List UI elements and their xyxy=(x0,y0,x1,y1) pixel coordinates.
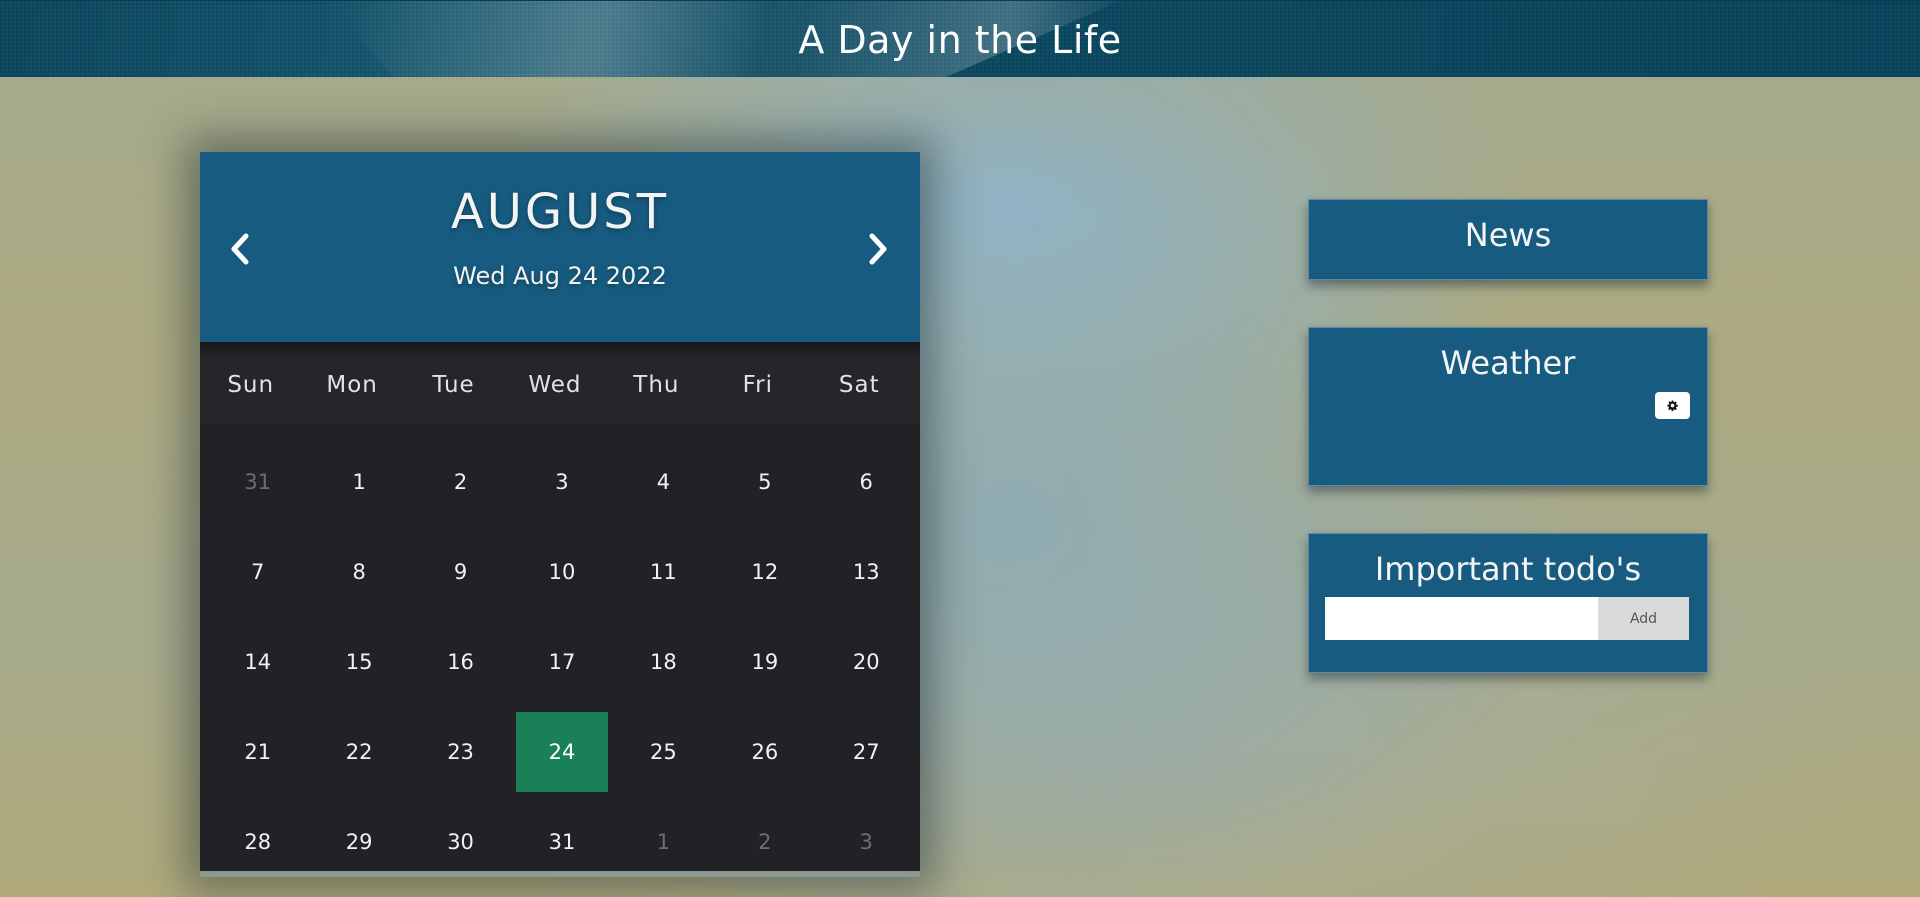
news-title: News xyxy=(1464,216,1552,254)
weekday-wed: Wed xyxy=(528,372,582,398)
calendar-week-row: 7 8 9 10 11 12 13 xyxy=(207,532,917,622)
calendar-day-other-month[interactable]: 2 xyxy=(714,802,815,882)
calendar-day-other-month[interactable]: 1 xyxy=(613,802,714,882)
calendar-day[interactable]: 5 xyxy=(714,442,815,522)
calendar-day[interactable]: 27 xyxy=(816,712,917,792)
calendar-week-row: 28 29 30 31 1 2 3 xyxy=(207,802,917,892)
calendar-day[interactable]: 28 xyxy=(207,802,308,882)
weekday-mon: Mon xyxy=(326,372,378,398)
calendar-day[interactable]: 31 xyxy=(511,802,612,882)
weekday-tue: Tue xyxy=(432,372,475,398)
calendar-day[interactable]: 10 xyxy=(511,532,612,612)
news-widget: News xyxy=(1308,199,1708,280)
calendar: AUGUST Wed Aug 24 2022 Sun Mon Tue Wed T… xyxy=(200,152,920,877)
calendar-day-other-month[interactable]: 31 xyxy=(207,442,308,522)
calendar-day[interactable]: 20 xyxy=(816,622,917,702)
calendar-day[interactable]: 30 xyxy=(410,802,511,882)
calendar-day-today[interactable]: 24 xyxy=(511,712,612,792)
calendar-day[interactable]: 29 xyxy=(308,802,409,882)
calendar-day[interactable]: 22 xyxy=(308,712,409,792)
calendar-day[interactable]: 19 xyxy=(714,622,815,702)
calendar-day[interactable]: 15 xyxy=(308,622,409,702)
calendar-day[interactable]: 16 xyxy=(410,622,511,702)
calendar-bottom-edge xyxy=(200,871,920,877)
calendar-month: AUGUST xyxy=(450,184,670,240)
calendar-week-row: 14 15 16 17 18 19 20 xyxy=(207,622,917,712)
calendar-week-row: 31 1 2 3 4 5 6 xyxy=(207,442,917,532)
calendar-day[interactable]: 21 xyxy=(207,712,308,792)
calendar-day[interactable]: 9 xyxy=(410,532,511,612)
weather-settings-button[interactable] xyxy=(1655,392,1690,419)
next-month-button[interactable] xyxy=(856,222,900,276)
calendar-day[interactable]: 6 xyxy=(816,442,917,522)
app-title: A Day in the Life xyxy=(798,18,1122,62)
calendar-day[interactable]: 18 xyxy=(613,622,714,702)
calendar-header: AUGUST Wed Aug 24 2022 xyxy=(200,152,920,342)
calendar-current-date: Wed Aug 24 2022 xyxy=(453,262,667,290)
calendar-day[interactable]: 12 xyxy=(714,532,815,612)
top-bar: A Day in the Life xyxy=(0,0,1920,77)
todos-title: Important todo's xyxy=(1374,550,1642,588)
weekday-fri: Fri xyxy=(742,372,774,398)
calendar-day[interactable]: 8 xyxy=(308,532,409,612)
calendar-day[interactable]: 11 xyxy=(613,532,714,612)
todo-input[interactable] xyxy=(1325,597,1598,640)
add-todo-button[interactable]: Add xyxy=(1598,597,1689,640)
calendar-day[interactable]: 2 xyxy=(410,442,511,522)
weekday-thu: Thu xyxy=(633,372,680,398)
calendar-day[interactable]: 7 xyxy=(207,532,308,612)
weather-title: Weather xyxy=(1440,344,1576,382)
weekday-sun: Sun xyxy=(227,372,275,398)
calendar-day[interactable]: 17 xyxy=(511,622,612,702)
gear-icon xyxy=(1667,400,1678,411)
todos-widget: Important todo's Add xyxy=(1308,533,1708,673)
calendar-weekday-row: Sun Mon Tue Wed Thu Fri Sat xyxy=(200,342,920,423)
calendar-day[interactable]: 14 xyxy=(207,622,308,702)
today-highlight: 24 xyxy=(515,712,608,792)
weather-widget: Weather xyxy=(1308,327,1708,486)
calendar-week-row: 21 22 23 24 25 26 27 xyxy=(207,712,917,802)
calendar-day[interactable]: 13 xyxy=(816,532,917,612)
calendar-day[interactable]: 3 xyxy=(511,442,612,522)
calendar-day[interactable]: 1 xyxy=(308,442,409,522)
chevron-right-icon xyxy=(869,233,887,265)
calendar-day[interactable]: 25 xyxy=(613,712,714,792)
calendar-day[interactable]: 4 xyxy=(613,442,714,522)
calendar-day[interactable]: 26 xyxy=(714,712,815,792)
calendar-day[interactable]: 23 xyxy=(410,712,511,792)
calendar-day-other-month[interactable]: 3 xyxy=(816,802,917,882)
calendar-day-grid: 31 1 2 3 4 5 6 7 8 9 10 11 12 13 14 15 16 17 18 19 20 21 22 23 2… xyxy=(207,442,917,892)
weekday-sat: Sat xyxy=(838,372,880,398)
